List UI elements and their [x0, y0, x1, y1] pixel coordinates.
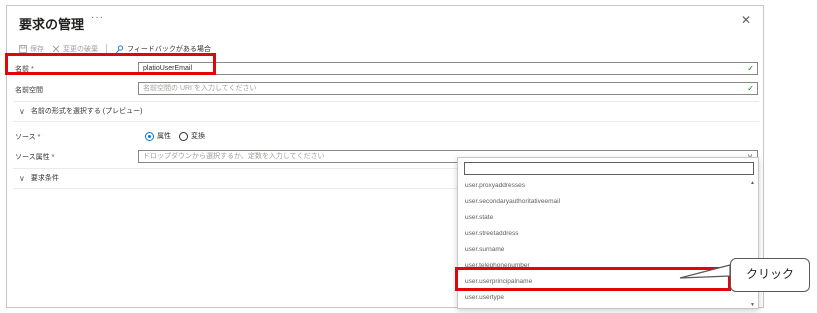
- dropdown-option[interactable]: user.streetaddress: [458, 226, 750, 242]
- name-field[interactable]: platioUserEmail ✓: [138, 62, 758, 75]
- scroll-down-icon[interactable]: ▼: [750, 302, 755, 308]
- radio-attribute-label: 属性: [157, 133, 171, 140]
- name-format-section-label: 名前の形式を選択する (プレビュー): [30, 108, 143, 115]
- source-label: ソース *: [15, 132, 40, 142]
- chevron-down-icon: ∨: [19, 173, 25, 183]
- close-button[interactable]: ✕: [741, 13, 751, 27]
- namespace-placeholder: 名前空間の URI を入力してください: [143, 85, 257, 92]
- divider: [13, 168, 459, 169]
- required-mark: *: [37, 134, 41, 141]
- radio-transform[interactable]: [179, 131, 188, 141]
- dropdown-option[interactable]: user.proxyaddresses: [458, 178, 750, 194]
- source-attribute-label-text: ソース属性: [15, 154, 50, 161]
- dropdown-filter-input[interactable]: [464, 162, 754, 175]
- divider: [13, 188, 459, 189]
- dropdown-option[interactable]: user.state: [458, 210, 750, 226]
- click-callout: クリック: [730, 258, 810, 292]
- divider: [13, 121, 759, 122]
- scroll-up-icon[interactable]: ▲: [750, 180, 755, 186]
- dropdown-option[interactable]: user.secondaryauthoritativeemail: [458, 194, 750, 210]
- page-title: 要求の管理: [19, 17, 85, 32]
- source-attribute-placeholder: ドロップダウンから選択するか、定数を入力してください: [143, 153, 325, 160]
- checkmark-icon: ✓: [747, 84, 754, 93]
- more-options-button[interactable]: ···: [91, 12, 104, 23]
- dropdown-option[interactable]: user.surname: [458, 242, 750, 258]
- name-format-section[interactable]: ∨ 名前の形式を選択する (プレビュー): [19, 106, 142, 116]
- namespace-field[interactable]: 名前空間の URI を入力してください ✓: [138, 82, 758, 95]
- callout-pointer: [679, 264, 731, 279]
- save-icon: [19, 45, 27, 53]
- checkmark-icon: ✓: [747, 64, 754, 73]
- required-mark: *: [51, 154, 55, 161]
- namespace-label: 名前空間: [15, 87, 43, 94]
- radio-attribute[interactable]: [145, 131, 154, 141]
- source-radio-group: 属性 変換: [145, 131, 213, 141]
- claim-conditions-section[interactable]: ∨ 要求条件: [19, 173, 59, 183]
- source-label-text: ソース: [15, 134, 36, 141]
- dropdown-option[interactable]: user.usertype: [458, 290, 750, 306]
- source-attribute-label: ソース属性 *: [15, 152, 54, 162]
- divider: [13, 101, 759, 102]
- claim-conditions-label: 要求条件: [30, 175, 59, 182]
- radio-transform-label: 変換: [191, 133, 205, 140]
- highlight-name-field: [5, 53, 216, 75]
- chevron-down-icon: ∨: [19, 106, 25, 116]
- close-icon: [52, 45, 60, 53]
